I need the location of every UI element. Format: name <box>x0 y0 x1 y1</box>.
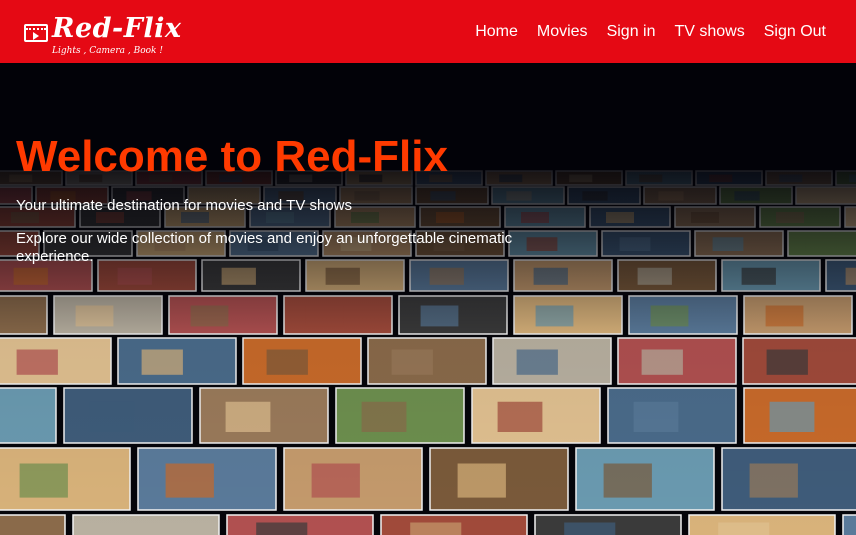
navbar: Red-Flix Lights , Camera , Book ! Home M… <box>0 0 856 63</box>
nav-movies[interactable]: Movies <box>537 23 588 41</box>
brand-name: Red-Flix <box>52 12 182 44</box>
hero-description: Explore our wide collection of movies an… <box>16 230 513 265</box>
hero-subtitle: Your ultimate destination for movies and… <box>16 197 353 215</box>
nav-sign-in[interactable]: Sign in <box>607 23 656 41</box>
nav-home[interactable]: Home <box>475 23 518 41</box>
hero-title: Welcome to Red-Flix <box>16 132 448 181</box>
nav-tv-shows[interactable]: TV shows <box>674 23 744 41</box>
film-play-icon <box>24 23 48 42</box>
main-nav: Home Movies Sign in TV shows Sign Out <box>475 23 826 41</box>
hero-banner: Welcome to Red-Flix Your ultimate destin… <box>0 63 856 535</box>
brand-tagline: Lights , Camera , Book ! <box>52 45 163 56</box>
brand-logo[interactable]: Red-Flix Lights , Camera , Book ! <box>22 7 181 57</box>
nav-sign-out[interactable]: Sign Out <box>764 23 826 41</box>
hero-text-block: Welcome to Red-Flix Your ultimate destin… <box>16 132 576 265</box>
